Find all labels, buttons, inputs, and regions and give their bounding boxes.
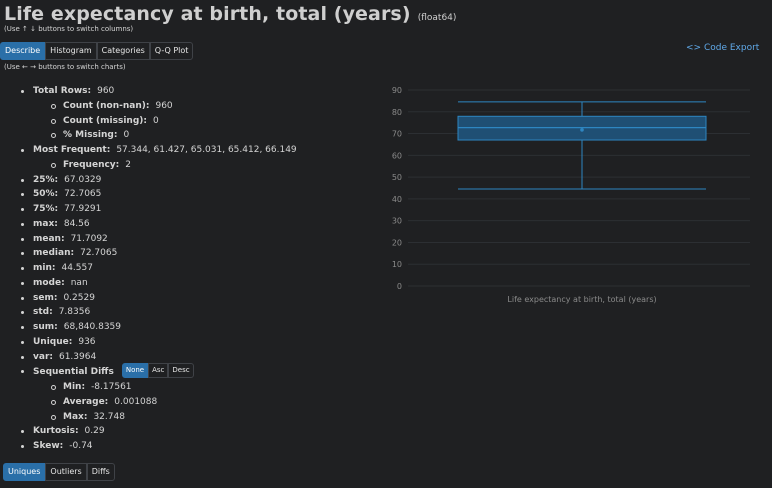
- stat-mean: mean: 71.7092: [21, 232, 297, 247]
- y-tick-label: 50: [392, 173, 402, 182]
- y-tick-label: 90: [392, 86, 402, 95]
- hint-charts: (Use ← → buttons to switch charts): [4, 63, 126, 71]
- stat-sem: sem: 0.2529: [21, 291, 297, 306]
- x-axis-label: Life expectancy at birth, total (years): [507, 295, 656, 304]
- column-title: Life expectancy at birth, total (years): [4, 3, 411, 25]
- stat-std: std: 7.8356: [21, 305, 297, 320]
- y-tick-label: 20: [392, 238, 402, 247]
- y-tick-label: 30: [392, 217, 402, 226]
- chart-tabs: Describe Histogram Categories Q-Q Plot: [0, 42, 194, 60]
- tab-outliers[interactable]: Outliers: [45, 463, 87, 481]
- tab-histogram[interactable]: Histogram: [45, 42, 97, 60]
- mean-marker: [580, 128, 584, 132]
- sort-none-button[interactable]: None: [121, 363, 149, 379]
- stat-var: var: 61.3964: [21, 350, 297, 365]
- sort-asc-button[interactable]: Asc: [148, 363, 169, 379]
- stat-median: median: 72.7065: [21, 246, 297, 261]
- stat-most-frequent: Most Frequent: 57.344, 61.427, 65.031, 65…: [21, 143, 297, 158]
- y-tick-label: 40: [392, 195, 402, 204]
- describe-stats-list: Total Rows: 960 Count (non-nan): 960 Count…: [21, 84, 297, 454]
- stat-sum: sum: 68,840.8359: [21, 320, 297, 335]
- stat-unique: Unique: 936: [21, 335, 297, 350]
- column-dtype: (float64): [417, 13, 457, 23]
- stat-total-rows: Total Rows: 960: [21, 84, 297, 99]
- stat-skew: Skew: -0.74: [21, 439, 297, 454]
- page-title-block: Life expectancy at birth, total (years) …: [4, 3, 456, 25]
- stat-kurtosis: Kurtosis: 0.29: [21, 424, 297, 439]
- stat-count-missing: Count (missing): 0: [33, 114, 297, 129]
- y-tick-label: 60: [392, 151, 402, 160]
- bottom-tabs: Uniques Outliers Diffs: [3, 463, 115, 481]
- stat-25pct: 25%: 67.0329: [21, 173, 297, 188]
- stat-count-non-nan: Count (non-nan): 960: [33, 99, 297, 114]
- stat-75pct: 75%: 77.9291: [21, 202, 297, 217]
- sequential-diffs-sort-group: None Asc Desc: [121, 363, 194, 379]
- hint-columns: (Use ↑ ↓ buttons to switch columns): [4, 25, 134, 33]
- stat-pct-missing: % Missing: 0: [33, 128, 297, 143]
- y-tick-label: 80: [392, 108, 402, 117]
- stat-50pct: 50%: 72.7065: [21, 187, 297, 202]
- sort-desc-button[interactable]: Desc: [168, 363, 194, 379]
- tab-uniques[interactable]: Uniques: [3, 463, 46, 481]
- tab-describe[interactable]: Describe: [0, 42, 46, 60]
- y-tick-label: 10: [392, 260, 402, 269]
- stat-mode: mode: nan: [21, 276, 297, 291]
- stat-max: max: 84.56: [21, 217, 297, 232]
- box-plot-svg: 0 10 20 30 40 50 60 70 80 90 Life expectancy at bi…: [392, 86, 750, 304]
- stat-seq-max: Max: 32.748: [33, 410, 297, 425]
- stat-sequential-diffs: Sequential Diffs None Asc Desc: [21, 363, 297, 380]
- stat-seq-min: Min: -8.17561: [33, 380, 297, 395]
- tab-diffs[interactable]: Diffs: [86, 463, 115, 481]
- stat-min: min: 44.557: [21, 261, 297, 276]
- box-plot-chart: 0 10 20 30 40 50 60 70 80 90 Life expectancy at bi…: [380, 82, 760, 308]
- stat-seq-average: Average: 0.001088: [33, 395, 297, 410]
- stat-frequency: Frequency: 2: [33, 158, 297, 173]
- y-tick-label: 70: [392, 130, 402, 139]
- tab-categories[interactable]: Categories: [96, 42, 150, 60]
- tab-qq-plot[interactable]: Q-Q Plot: [149, 42, 194, 60]
- code-export-link[interactable]: <> Code Export: [686, 43, 759, 53]
- y-tick-label: 0: [397, 282, 402, 291]
